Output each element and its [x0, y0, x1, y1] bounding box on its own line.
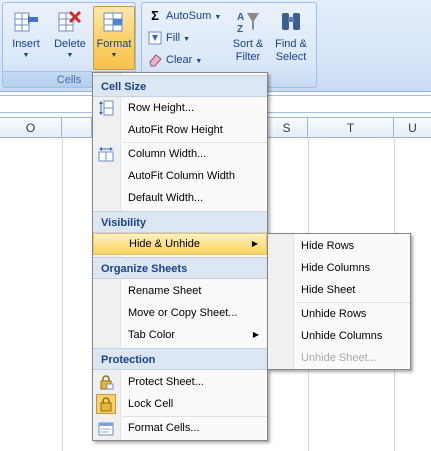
submenu-arrow-icon: ▶: [252, 330, 259, 339]
svg-text:A: A: [237, 12, 244, 23]
default-width-item[interactable]: Default Width...: [93, 187, 267, 209]
sigma-icon: Σ: [151, 8, 159, 24]
autosum-dropdown-arrow-icon: ▼: [214, 14, 222, 21]
column-width-icon: [98, 147, 114, 162]
hide-columns-label: Hide Columns: [301, 262, 371, 274]
column-header-t[interactable]: T: [308, 118, 394, 138]
hide-columns-item[interactable]: Hide Columns: [268, 257, 410, 279]
sort-label-line2: Filter: [235, 51, 261, 63]
autofit-column-width-label: AutoFit Column Width: [128, 170, 235, 182]
lock-icon: [100, 397, 112, 412]
delete-label: Delete: [54, 38, 86, 50]
hide-sheet-item[interactable]: Hide Sheet: [268, 279, 410, 301]
unhide-sheet-item: Unhide Sheet...: [268, 347, 410, 369]
unhide-columns-label: Unhide Columns: [301, 330, 383, 342]
padlock-icon: [100, 375, 114, 390]
binoculars-icon: [282, 13, 300, 30]
section-cell-size: Cell Size: [93, 75, 267, 97]
column-header-s[interactable]: S: [266, 118, 308, 138]
clear-button[interactable]: Clear ▼: [148, 51, 202, 69]
column-header-u[interactable]: U: [394, 118, 431, 138]
tab-color-item[interactable]: Tab Color ▶: [93, 324, 267, 346]
delete-button[interactable]: Delete ▼: [51, 7, 89, 69]
autosum-button[interactable]: Σ AutoSum ▼: [148, 7, 221, 25]
format-label: Format: [96, 38, 132, 50]
autofit-row-height-label: AutoFit Row Height: [128, 124, 223, 136]
tab-color-label: Tab Color: [128, 329, 176, 341]
format-cells-item[interactable]: Format Cells...: [93, 417, 267, 439]
submenu-arrow-icon: ▶: [251, 239, 258, 248]
unhide-rows-label: Unhide Rows: [301, 308, 367, 320]
delete-dropdown-arrow-icon: ▼: [66, 52, 74, 59]
format-button[interactable]: Format ▼: [93, 6, 135, 70]
insert-dropdown-arrow-icon: ▼: [22, 52, 30, 59]
format-cells-dialog-icon: [98, 422, 114, 436]
sort-label-line1: Sort &: [232, 38, 264, 50]
hide-unhide-item[interactable]: Hide & Unhide ▶: [93, 233, 267, 255]
section-protection: Protection: [93, 348, 267, 370]
unhide-columns-item[interactable]: Unhide Columns: [268, 325, 410, 347]
unhide-sheet-label: Unhide Sheet...: [301, 352, 377, 364]
find-label-line1: Find &: [275, 38, 307, 50]
protect-sheet-item[interactable]: Protect Sheet...: [93, 371, 267, 393]
row-height-label: Row Height...: [128, 102, 195, 114]
lock-cell-label: Lock Cell: [128, 398, 174, 410]
column-header-o[interactable]: O: [0, 118, 62, 138]
sort-filter-button[interactable]: A Z Sort & Filter: [228, 7, 268, 69]
insert-cells-icon: [14, 12, 38, 32]
autofit-row-height-item[interactable]: AutoFit Row Height: [93, 119, 267, 141]
fill-button[interactable]: Fill ▼: [148, 29, 190, 47]
hide-unhide-submenu: Hide Rows Hide Columns Hide Sheet Unhide…: [267, 233, 411, 370]
hide-rows-label: Hide Rows: [301, 240, 355, 252]
eraser-icon: [149, 54, 162, 67]
find-label-line2: Select: [275, 51, 307, 63]
row-height-icon: [99, 100, 114, 116]
section-visibility: Visibility: [93, 211, 267, 233]
protect-sheet-label: Protect Sheet...: [128, 376, 204, 388]
column-header-blank[interactable]: [62, 118, 92, 138]
find-select-button[interactable]: Find & Select: [270, 7, 312, 69]
format-cells-icon: [103, 12, 123, 32]
hide-sheet-label: Hide Sheet: [301, 284, 356, 296]
column-width-item[interactable]: Column Width...: [93, 143, 267, 165]
svg-text:Z: Z: [237, 24, 243, 35]
clear-dropdown-arrow-icon: ▼: [195, 58, 203, 65]
autofit-column-width-item[interactable]: AutoFit Column Width: [93, 165, 267, 187]
format-dropdown-arrow-icon: ▼: [110, 52, 118, 59]
rename-sheet-item[interactable]: Rename Sheet: [93, 280, 267, 302]
autosum-label: AutoSum: [166, 10, 212, 22]
hide-rows-item[interactable]: Hide Rows: [268, 235, 410, 257]
insert-button[interactable]: Insert ▼: [7, 7, 45, 69]
fill-label: Fill: [166, 32, 181, 44]
column-width-label: Column Width...: [128, 148, 207, 160]
rename-sheet-label: Rename Sheet: [128, 285, 202, 297]
move-copy-sheet-label: Move or Copy Sheet...: [128, 307, 238, 319]
format-cells-label: Format Cells...: [128, 422, 200, 434]
insert-label: Insert: [12, 38, 40, 50]
row-height-item[interactable]: Row Height...: [93, 97, 267, 119]
fill-dropdown-arrow-icon: ▼: [183, 36, 191, 43]
lock-cell-item[interactable]: Lock Cell: [93, 393, 267, 415]
section-organize-sheets: Organize Sheets: [93, 257, 267, 279]
sort-filter-icon: A Z: [237, 12, 259, 35]
delete-cells-icon: [58, 10, 82, 32]
fill-down-icon: [148, 31, 162, 45]
default-width-label: Default Width...: [128, 192, 204, 204]
hide-unhide-label: Hide & Unhide: [129, 238, 200, 250]
move-copy-sheet-item[interactable]: Move or Copy Sheet...: [93, 302, 267, 324]
format-menu: Cell Size Row Height... AutoFit Row Heig…: [92, 72, 268, 441]
unhide-rows-item[interactable]: Unhide Rows: [268, 303, 410, 325]
clear-label: Clear: [166, 54, 193, 66]
